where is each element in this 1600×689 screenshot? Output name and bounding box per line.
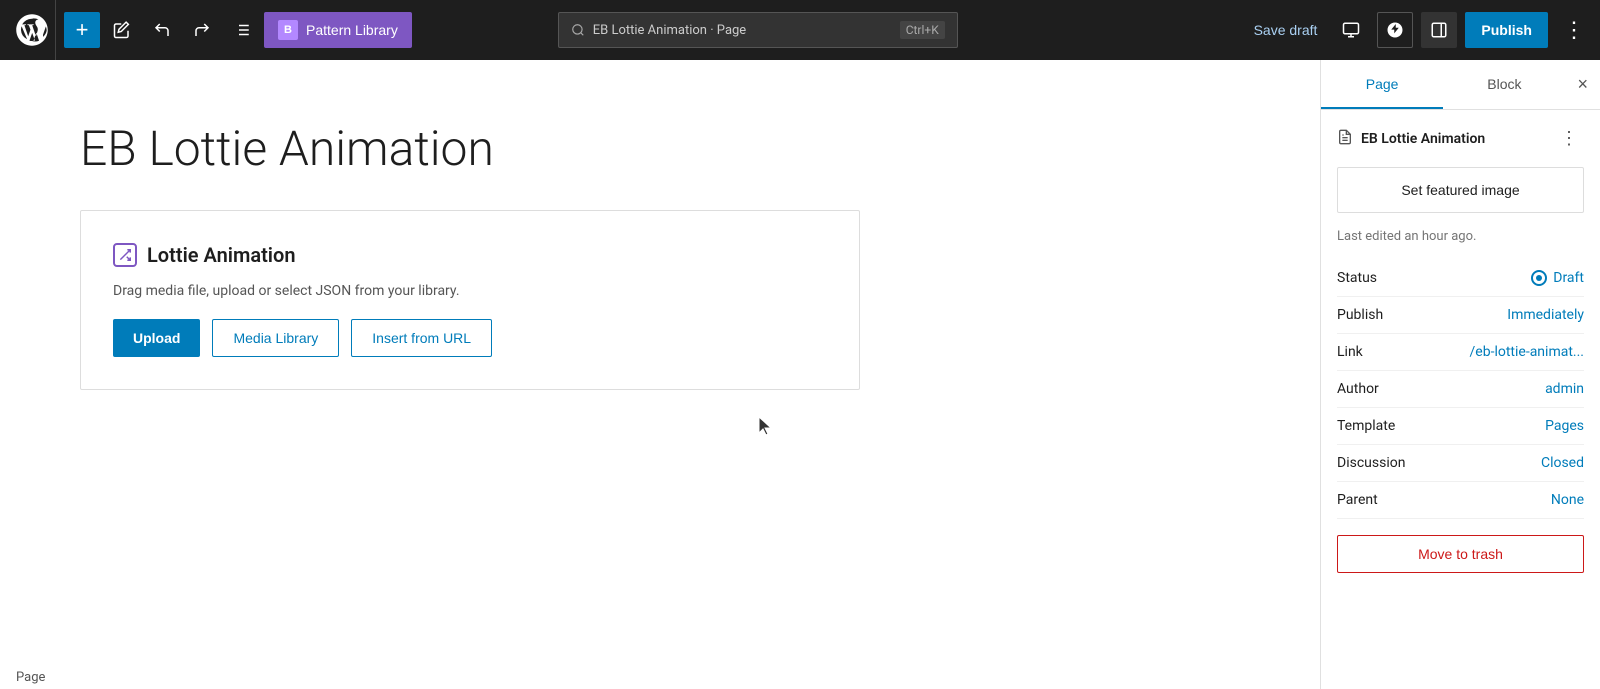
- meta-value-1[interactable]: Immediately: [1507, 307, 1584, 323]
- wp-logo[interactable]: [8, 0, 56, 60]
- media-library-button[interactable]: Media Library: [212, 319, 339, 357]
- page-title[interactable]: EB Lottie Animation: [80, 120, 1240, 178]
- sidebar-content: EB Lottie Animation ⋮ Set featured image…: [1321, 110, 1600, 589]
- meta-rows: Status Draft Publish Immediately Link/eb-lot…: [1337, 260, 1584, 519]
- meta-label-0: Status: [1337, 270, 1377, 286]
- publish-button[interactable]: Publish: [1465, 12, 1548, 48]
- edit-mode-button[interactable]: [104, 12, 140, 48]
- pattern-lib-icon: B: [278, 20, 298, 40]
- set-featured-image-button[interactable]: Set featured image: [1337, 167, 1584, 213]
- page-doc-icon: [1337, 129, 1353, 149]
- meta-row-status: Status Draft: [1337, 260, 1584, 297]
- lottie-icon: [113, 243, 137, 267]
- meta-value-4[interactable]: Pages: [1545, 418, 1584, 434]
- meta-value-2[interactable]: /eb-lottie-animat...: [1470, 344, 1584, 360]
- toolbar-right: Save draft Publish ⋮: [1246, 12, 1592, 48]
- editor-area: EB Lottie Animation Lottie Animation Dra…: [0, 60, 1320, 689]
- meta-row-author: Author admin: [1337, 371, 1584, 408]
- meta-row-discussion: Discussion Closed: [1337, 445, 1584, 482]
- block-header: Lottie Animation: [113, 243, 827, 267]
- page-more-button[interactable]: ⋮: [1554, 126, 1584, 151]
- tab-page[interactable]: Page: [1321, 60, 1443, 109]
- sidebar-tabs: Page Block ×: [1321, 60, 1600, 110]
- status-draft[interactable]: Draft: [1531, 270, 1584, 286]
- list-view-button[interactable]: [224, 12, 260, 48]
- delete-button[interactable]: Move to trash: [1337, 535, 1584, 573]
- meta-value-5[interactable]: Closed: [1541, 455, 1584, 471]
- main-layout: EB Lottie Animation Lottie Animation Dra…: [0, 60, 1600, 689]
- meta-row-link: Link/eb-lottie-animat...: [1337, 334, 1584, 371]
- block-buttons: Upload Media Library Insert from URL: [113, 319, 827, 357]
- page-header-label: EB Lottie Animation: [1337, 129, 1485, 149]
- jetpack-button[interactable]: [1377, 12, 1413, 48]
- status-bar: Page: [0, 666, 61, 689]
- redo-button[interactable]: [184, 12, 220, 48]
- sidebar-close-button[interactable]: ×: [1566, 60, 1600, 109]
- cursor-indicator: [755, 415, 775, 443]
- meta-label-2: Link: [1337, 344, 1363, 360]
- block-description: Drag media file, upload or select JSON f…: [113, 283, 827, 299]
- meta-label-3: Author: [1337, 381, 1379, 397]
- meta-row-publish: Publish Immediately: [1337, 297, 1584, 334]
- more-options-button[interactable]: ⋮: [1556, 12, 1592, 48]
- toolbar: + B Pattern Library E: [0, 0, 1600, 60]
- add-block-button[interactable]: +: [64, 12, 100, 48]
- meta-label-6: Parent: [1337, 492, 1378, 508]
- lottie-block: Lottie Animation Drag media file, upload…: [80, 210, 860, 390]
- sidebar-toggle-button[interactable]: [1421, 12, 1457, 48]
- last-edited-text: Last edited an hour ago.: [1337, 229, 1584, 244]
- meta-value-3[interactable]: admin: [1545, 381, 1584, 397]
- block-title: Lottie Animation: [147, 243, 296, 267]
- meta-label-1: Publish: [1337, 307, 1383, 323]
- meta-row-template: Template Pages: [1337, 408, 1584, 445]
- meta-value-6[interactable]: None: [1551, 492, 1584, 508]
- undo-button[interactable]: [144, 12, 180, 48]
- search-bar: EB Lottie Animation · Page Ctrl+K: [558, 12, 958, 48]
- sidebar: Page Block × EB Lottie Animation: [1320, 60, 1600, 689]
- pattern-library-button[interactable]: B Pattern Library: [264, 12, 412, 48]
- page-header-row: EB Lottie Animation ⋮: [1337, 126, 1584, 151]
- meta-row-parent: Parent None: [1337, 482, 1584, 519]
- insert-url-button[interactable]: Insert from URL: [351, 319, 492, 357]
- save-draft-button[interactable]: Save draft: [1246, 12, 1326, 48]
- status-circle: [1531, 270, 1547, 286]
- tab-block[interactable]: Block: [1443, 60, 1565, 109]
- upload-button[interactable]: Upload: [113, 319, 200, 357]
- meta-label-4: Template: [1337, 418, 1395, 434]
- view-button[interactable]: [1333, 12, 1369, 48]
- meta-label-5: Discussion: [1337, 455, 1405, 471]
